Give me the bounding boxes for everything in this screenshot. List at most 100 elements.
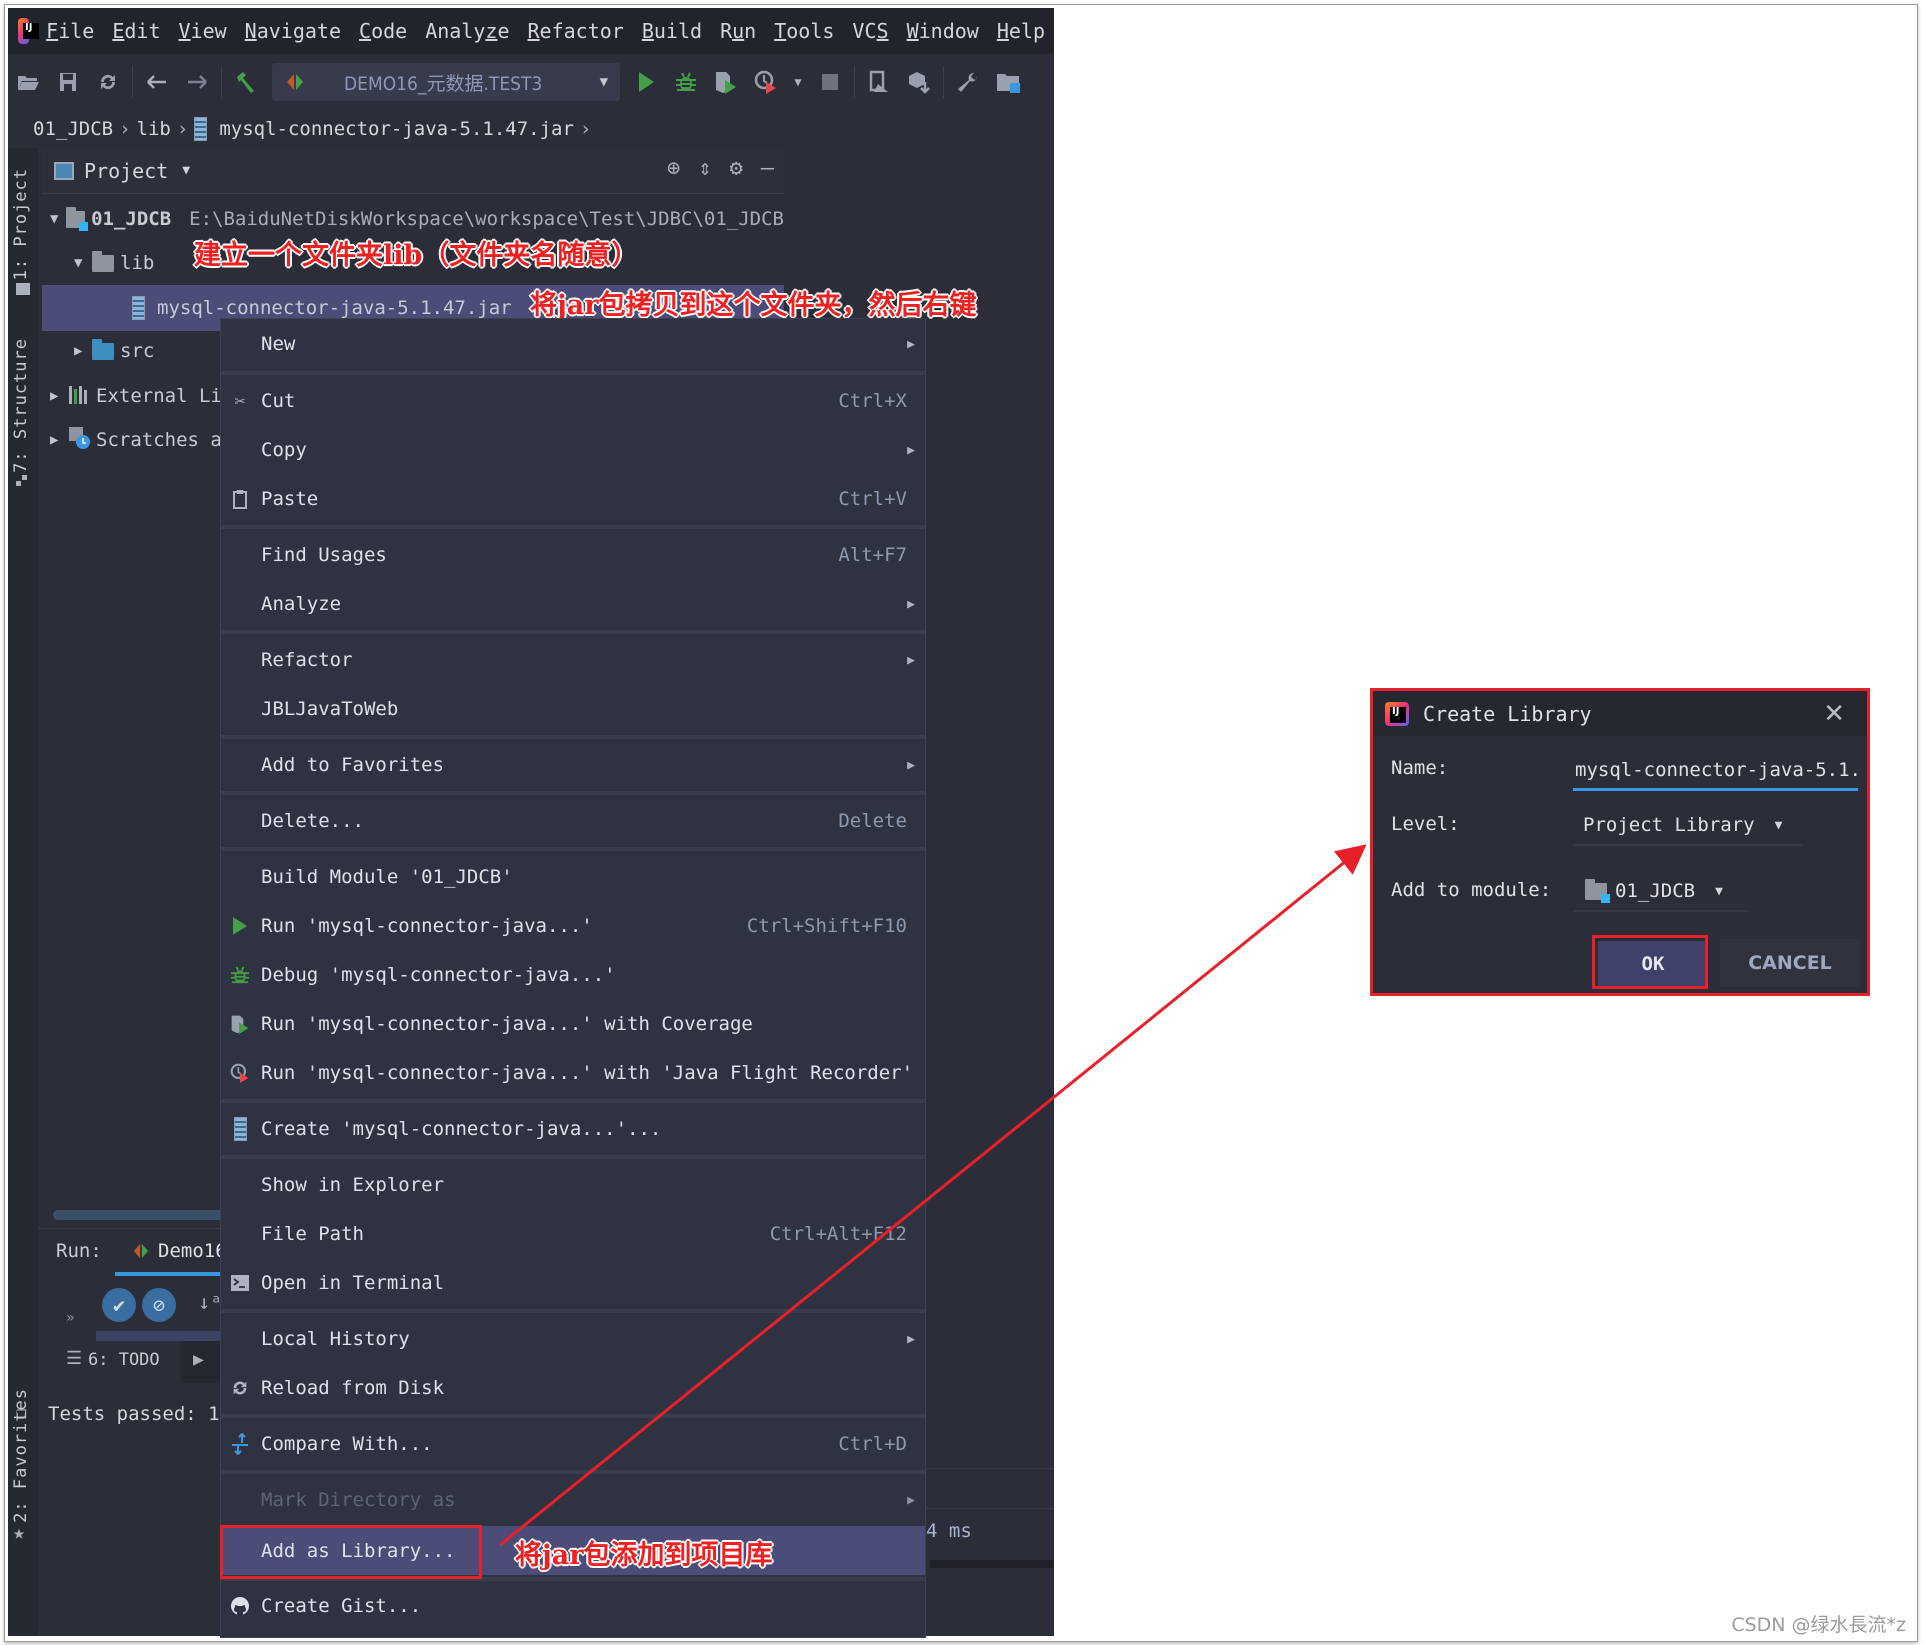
expand-arrow-icon[interactable]: ▼ [50,211,66,227]
menu-item-label: Compare With... [261,1433,433,1455]
menu-vcs[interactable]: VCS [852,19,888,43]
menu-item-jbljavatoweb[interactable]: JBLJavaToWeb [221,686,925,732]
submenu-arrow-icon: ▶ [907,336,915,352]
level-dropdown[interactable]: Project Library ▼ [1573,806,1803,846]
settings-wrench-icon[interactable] [953,67,983,97]
open-folder-icon[interactable] [13,67,43,97]
menu-help[interactable]: Help [997,19,1045,43]
menu-run[interactable]: Run [720,19,756,43]
locate-file-icon[interactable]: ⊕ [667,156,680,181]
divider [926,1468,1054,1469]
star-icon: ★ [13,1520,26,1544]
menu-item-debug[interactable]: Debug 'mysql-connector-java...' [221,952,925,998]
save-icon[interactable] [53,67,83,97]
collapse-all-icon[interactable]: ⇕ [698,156,711,181]
menu-item-create-config[interactable]: Create 'mysql-connector-java...'... [221,1106,925,1152]
menu-item-analyze[interactable]: Analyze ▶ [221,581,925,627]
project-panel-title[interactable]: Project [84,159,168,183]
github-icon [229,1595,251,1617]
library-name-field[interactable]: mysql-connector-java-5.1.47 [1573,751,1858,791]
toolbar-separator [854,66,855,98]
chevron-down-icon[interactable]: ▼ [182,163,190,178]
close-icon[interactable]: ✕ [1823,699,1845,729]
build-hammer-icon[interactable] [231,67,261,97]
submenu-arrow-icon: ▶ [907,1492,915,1508]
menu-item-show-in-explorer[interactable]: Show in Explorer [221,1162,925,1208]
collapse-arrow-icon[interactable]: ▶ [50,388,68,404]
annotation-copy-jar: 将jar包拷贝到这个文件夹，然后右键 [530,290,977,321]
todo-tab[interactable]: 6: TODO [88,1350,160,1370]
run-tab[interactable]: Demo16 [158,1240,227,1262]
horizontal-scrollbar[interactable] [930,1560,1054,1568]
breadcrumb-item-project[interactable]: 01_JDCB [33,118,113,140]
run-config-label: DEMO16_元数据.TEST3 [344,72,543,95]
menu-item-add-to-favorites[interactable]: Add to Favorites ▶ [221,742,925,788]
tree-node-label: 01_JDCB [91,208,172,230]
menu-item-new[interactable]: New ▶ [221,321,925,367]
tab-project[interactable]: 1: Project [11,168,31,280]
menu-separator [221,791,925,795]
run-icon[interactable] [631,67,661,97]
menu-item-build-module[interactable]: Build Module '01_JDCB' [221,854,925,900]
profiler-icon [229,1062,251,1084]
debug-icon [229,964,251,986]
more-icon[interactable]: » [66,1310,74,1326]
project-structure-icon[interactable] [993,67,1023,97]
level-value: Project Library [1583,814,1755,836]
collapse-arrow-icon[interactable]: ▶ [50,432,68,448]
menu-item-file-path[interactable]: File Path Ctrl+Alt+F12 [221,1211,925,1257]
breadcrumb-item-jar[interactable]: mysql-connector-java-5.1.47.jar [219,118,574,140]
menu-item-refactor[interactable]: Refactor ▶ [221,637,925,683]
device-icon[interactable] [864,67,894,97]
run-with-coverage-icon[interactable] [711,67,741,97]
breadcrumb-item-lib[interactable]: lib [137,118,171,140]
back-icon[interactable] [142,67,172,97]
menu-navigate[interactable]: Navigate [245,19,341,43]
menu-view[interactable]: View [179,19,227,43]
menu-file[interactable]: File [46,19,94,43]
hide-panel-icon[interactable]: — [761,156,774,181]
menu-build[interactable]: Build [642,19,702,43]
menu-item-run-with-jfr[interactable]: Run 'mysql-connector-java...' with 'Java… [221,1050,925,1096]
menu-item-open-in-terminal[interactable]: Open in Terminal [221,1260,925,1306]
horizontal-scrollbar[interactable] [53,1210,233,1220]
chevron-down-icon[interactable]: ▼ [791,67,805,97]
menu-item-local-history[interactable]: Local History ▶ [221,1316,925,1362]
cancel-button[interactable]: CANCEL [1720,939,1860,987]
tab-structure[interactable]: 7: Structure [11,338,31,473]
menu-code[interactable]: Code [359,19,407,43]
menu-window[interactable]: Window [907,19,979,43]
sdk-icon[interactable] [904,67,934,97]
show-passed-icon[interactable]: ✔ [102,1288,136,1322]
menu-item-reload-from-disk[interactable]: Reload from Disk [221,1365,925,1411]
collapse-arrow-icon[interactable]: ▶ [74,343,92,359]
menu-tools[interactable]: Tools [774,19,834,43]
menu-item-run[interactable]: Run 'mysql-connector-java...' Ctrl+Shift… [221,903,925,949]
module-label: Add to module: [1391,879,1552,901]
run-configuration-selector[interactable]: DEMO16_元数据.TEST3 ▼ [272,63,620,101]
menu-edit[interactable]: Edit [112,19,160,43]
menu-item-cut[interactable]: ✂ Cut Ctrl+X [221,378,925,424]
menu-item-compare-with[interactable]: Compare With... Ctrl+D [221,1421,925,1467]
menu-item-create-gist[interactable]: Create Gist... [221,1583,925,1629]
gear-icon[interactable]: ⚙ [730,156,743,181]
debug-icon[interactable] [671,67,701,97]
sort-alphabetically-icon[interactable]: ↓ᵃ [198,1290,222,1314]
menu-separator [221,630,925,634]
sync-icon[interactable] [93,67,123,97]
menu-item-find-usages[interactable]: Find Usages Alt+F7 [221,532,925,578]
module-dropdown[interactable]: 01_JDCB ▼ [1573,872,1748,912]
chevron-right-icon: › [579,118,592,140]
menu-analyze[interactable]: Analyze [425,19,509,43]
expand-arrow-icon[interactable]: ▼ [74,255,92,271]
menu-item-shortcut: Ctrl+Shift+F10 [746,915,907,937]
menu-item-run-with-coverage[interactable]: Run 'mysql-connector-java...' with Cover… [221,1001,925,1047]
menu-refactor[interactable]: Refactor [528,19,624,43]
menu-item-copy[interactable]: Copy ▶ [221,427,925,473]
forward-icon[interactable] [182,67,212,97]
menu-item-delete[interactable]: Delete... Delete [221,798,925,844]
profile-icon[interactable] [751,67,781,97]
show-ignored-icon[interactable]: ⊘ [142,1288,176,1322]
stop-icon[interactable] [815,67,845,97]
menu-item-paste[interactable]: Paste Ctrl+V [221,476,925,522]
